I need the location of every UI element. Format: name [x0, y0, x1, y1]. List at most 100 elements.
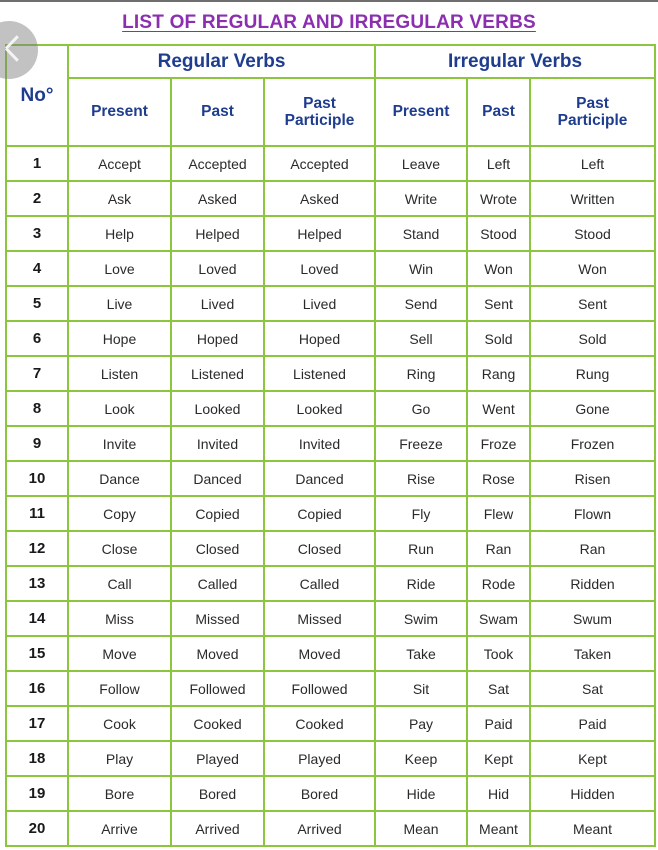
cell-irregular-past-participle: Frozen — [528, 425, 657, 462]
column-group-irregular-verbs: Irregular Verbs — [373, 44, 657, 79]
cell-irregular-past: Sold — [466, 320, 531, 357]
cell-irregular-present: Sell — [374, 320, 468, 357]
cell-regular-present: Invite — [67, 425, 172, 462]
cell-irregular-past-participle: Written — [528, 180, 657, 217]
table-group-header-row: No° Regular Verbs Irregular Verbs — [5, 44, 657, 147]
cell-irregular-present: Stand — [374, 215, 468, 252]
cell-irregular-past: Left — [466, 145, 531, 182]
table-row: 14 Miss Missed Missed Swim Swam Swum — [5, 600, 657, 637]
table-head: No° Regular Verbs Irregular Verbs Presen… — [5, 44, 657, 147]
verbs-table: No° Regular Verbs Irregular Verbs Presen… — [5, 44, 657, 847]
table-row: 18 Play Played Played Keep Kept Kept — [5, 740, 657, 777]
table-row: 15 Move Moved Moved Take Took Taken — [5, 635, 657, 672]
row-number: 3 — [5, 215, 69, 252]
table-row: 12 Close Closed Closed Run Ran Ran — [5, 530, 657, 567]
cell-irregular-past: Hid — [466, 775, 531, 812]
cell-irregular-present: Pay — [374, 705, 468, 742]
cell-regular-past-participle: Cooked — [263, 705, 376, 742]
cell-irregular-past-participle: Taken — [528, 635, 657, 672]
cell-irregular-present: Rise — [374, 460, 468, 497]
cell-regular-past-participle: Danced — [263, 460, 376, 497]
column-header-regular-present: Present — [67, 77, 172, 147]
cell-regular-past-participle: Copied — [263, 495, 376, 532]
cell-regular-past-participle: Helped — [263, 215, 376, 252]
cell-regular-past-participle: Hoped — [263, 320, 376, 357]
row-number: 4 — [5, 250, 69, 287]
cell-regular-past: Bored — [170, 775, 265, 812]
cell-regular-past: Invited — [170, 425, 265, 462]
cell-regular-past-participle: Loved — [263, 250, 376, 287]
cell-irregular-present: Fly — [374, 495, 468, 532]
cell-irregular-past: Paid — [466, 705, 531, 742]
row-number: 19 — [5, 775, 69, 812]
cell-irregular-present: Win — [374, 250, 468, 287]
table-row: 3 Help Helped Helped Stand Stood Stood — [5, 215, 657, 252]
cell-irregular-past-participle: Ran — [528, 530, 657, 567]
row-number: 16 — [5, 670, 69, 707]
cell-irregular-present: Sit — [374, 670, 468, 707]
row-number: 20 — [5, 810, 69, 847]
cell-irregular-past-participle: Gone — [528, 390, 657, 427]
cell-regular-past: Danced — [170, 460, 265, 497]
table-row: 20 Arrive Arrived Arrived Mean Meant Meant — [5, 810, 657, 847]
cell-regular-present: Miss — [67, 600, 172, 637]
cell-irregular-present: Ring — [374, 355, 468, 392]
cell-irregular-past-participle: Sold — [528, 320, 657, 357]
cell-regular-present: Cook — [67, 705, 172, 742]
table-row: 4 Love Loved Loved Win Won Won — [5, 250, 657, 287]
cell-irregular-present: Go — [374, 390, 468, 427]
cell-regular-past-participle: Missed — [263, 600, 376, 637]
cell-irregular-past-participle: Rung — [528, 355, 657, 392]
row-number: 15 — [5, 635, 69, 672]
cell-regular-past: Listened — [170, 355, 265, 392]
row-number: 2 — [5, 180, 69, 217]
table-row: 6 Hope Hoped Hoped Sell Sold Sold — [5, 320, 657, 357]
cell-regular-past-participle: Lived — [263, 285, 376, 322]
row-number: 8 — [5, 390, 69, 427]
row-number: 14 — [5, 600, 69, 637]
cell-irregular-past: Took — [466, 635, 531, 672]
cell-irregular-present: Keep — [374, 740, 468, 777]
row-number: 7 — [5, 355, 69, 392]
cell-irregular-present: Mean — [374, 810, 468, 847]
cell-regular-past: Arrived — [170, 810, 265, 847]
cell-irregular-past: Froze — [466, 425, 531, 462]
row-number: 1 — [5, 145, 69, 182]
cell-irregular-past: Swam — [466, 600, 531, 637]
table-row: 17 Cook Cooked Cooked Pay Paid Paid — [5, 705, 657, 742]
cell-regular-past: Copied — [170, 495, 265, 532]
cell-regular-present: Ask — [67, 180, 172, 217]
table-row: 16 Follow Followed Followed Sit Sat Sat — [5, 670, 657, 707]
cell-irregular-past: Kept — [466, 740, 531, 777]
cell-regular-present: Follow — [67, 670, 172, 707]
cell-irregular-past-participle: Left — [528, 145, 657, 182]
cell-regular-past-participle: Accepted — [263, 145, 376, 182]
row-number: 13 — [5, 565, 69, 602]
cell-irregular-past-participle: Sent — [528, 285, 657, 322]
verbs-table-container: No° Regular Verbs Irregular Verbs Presen… — [5, 44, 657, 850]
cell-regular-present: Accept — [67, 145, 172, 182]
cell-irregular-past: Rode — [466, 565, 531, 602]
table-row: 13 Call Called Called Ride Rode Ridden — [5, 565, 657, 602]
cell-regular-past-participle: Invited — [263, 425, 376, 462]
row-number: 18 — [5, 740, 69, 777]
cell-regular-present: Arrive — [67, 810, 172, 847]
cell-regular-present: Call — [67, 565, 172, 602]
column-header-irregular-past: Past — [466, 77, 531, 147]
cell-regular-present: Live — [67, 285, 172, 322]
cell-regular-past: Lived — [170, 285, 265, 322]
cell-irregular-past: Sat — [466, 670, 531, 707]
cell-regular-past-participle: Bored — [263, 775, 376, 812]
cell-regular-past: Asked — [170, 180, 265, 217]
page-title: LIST OF REGULAR AND IRREGULAR VERBS — [122, 12, 536, 33]
cell-regular-past: Helped — [170, 215, 265, 252]
cell-regular-past: Missed — [170, 600, 265, 637]
cell-regular-past: Hoped — [170, 320, 265, 357]
row-number: 6 — [5, 320, 69, 357]
cell-regular-present: Hope — [67, 320, 172, 357]
cell-regular-present: Close — [67, 530, 172, 567]
cell-regular-past-participle: Played — [263, 740, 376, 777]
verb-table-page: LIST OF REGULAR AND IRREGULAR VERBS No° … — [0, 0, 658, 850]
cell-regular-past-participle: Arrived — [263, 810, 376, 847]
cell-regular-present: Listen — [67, 355, 172, 392]
